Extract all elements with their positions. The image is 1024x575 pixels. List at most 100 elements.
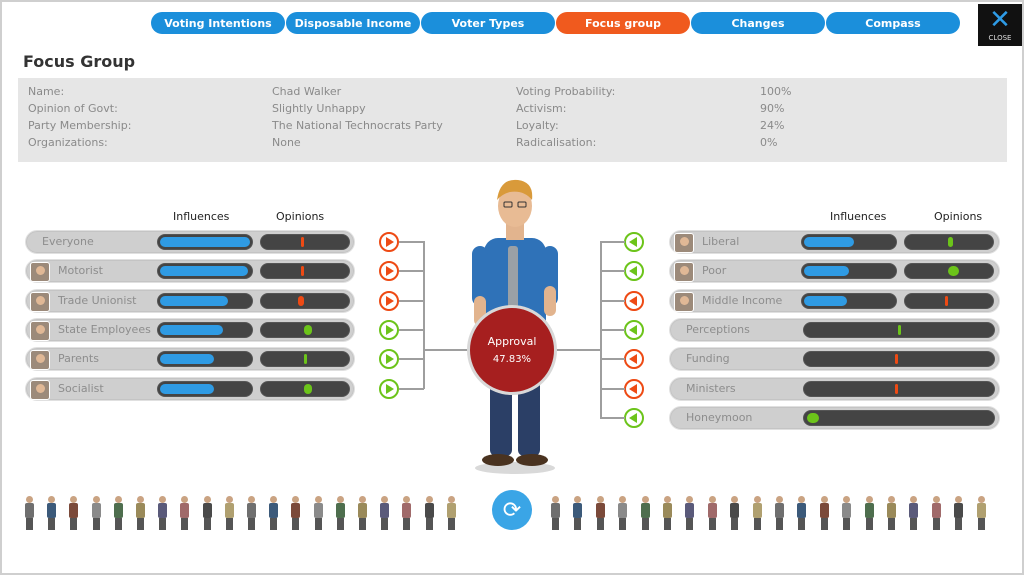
refresh-button[interactable]: ⟳ bbox=[492, 490, 532, 530]
crowd-voter[interactable] bbox=[313, 496, 323, 532]
group-row[interactable]: Ministers bbox=[669, 376, 1000, 401]
crowd-voter[interactable] bbox=[976, 496, 986, 532]
approval-circle: Approval 47.83% bbox=[467, 305, 557, 395]
opinion-bar bbox=[904, 292, 994, 309]
crowd-voter-body bbox=[247, 503, 256, 518]
crowd-voter-body bbox=[595, 503, 605, 518]
close-button[interactable]: ✕ CLOSE bbox=[978, 4, 1022, 46]
crowd-voter-head bbox=[798, 496, 806, 503]
arrow-triangle bbox=[629, 412, 637, 423]
refresh-icon: ⟳ bbox=[502, 497, 522, 523]
crowd-voter-legs bbox=[932, 518, 940, 530]
crowd-voter[interactable] bbox=[550, 496, 560, 532]
crowd-voter-legs bbox=[619, 518, 627, 530]
party-value: The National Technocrats Party bbox=[272, 119, 443, 132]
tab-compass[interactable]: Compass bbox=[826, 12, 960, 34]
crowd-voter[interactable] bbox=[202, 496, 212, 532]
crowd-voter[interactable] bbox=[91, 496, 101, 532]
group-row[interactable]: Everyone bbox=[25, 230, 355, 254]
crowd-voter[interactable] bbox=[290, 496, 301, 532]
crowd-voter[interactable] bbox=[401, 496, 412, 532]
crowd-voter[interactable] bbox=[640, 496, 650, 532]
group-row[interactable]: Socialist bbox=[25, 376, 355, 401]
crowd-voter[interactable] bbox=[357, 496, 367, 532]
crowd-voter[interactable] bbox=[931, 496, 941, 532]
crowd-voter-body bbox=[976, 503, 986, 518]
crowd-voter-body bbox=[864, 503, 874, 518]
group-avatar bbox=[674, 233, 694, 253]
tab-disposable-income[interactable]: Disposable Income bbox=[286, 12, 420, 34]
crowd-voter[interactable] bbox=[179, 496, 190, 532]
crowd-voter[interactable] bbox=[268, 496, 279, 532]
tab-voting-intentions[interactable]: Voting Intentions bbox=[151, 12, 285, 34]
crowd-voter[interactable] bbox=[595, 496, 605, 532]
group-row[interactable]: State Employees bbox=[25, 317, 355, 342]
crowd-voter-body bbox=[269, 503, 279, 518]
tab-focus-group[interactable]: Focus group bbox=[556, 12, 690, 34]
crowd-voter[interactable] bbox=[752, 496, 762, 532]
group-label: Ministers bbox=[686, 381, 736, 395]
crowd-voter-legs bbox=[403, 518, 411, 530]
crowd-voter[interactable] bbox=[864, 496, 874, 532]
crowd-voter[interactable] bbox=[135, 496, 145, 532]
opinion-bar bbox=[803, 351, 995, 368]
crowd-voter[interactable] bbox=[379, 496, 390, 532]
influence-bar bbox=[157, 351, 253, 368]
group-row[interactable]: Trade Unionist bbox=[25, 288, 355, 313]
group-row[interactable]: Parents bbox=[25, 347, 355, 372]
wire-segment bbox=[600, 241, 602, 418]
crowd-voter-legs bbox=[552, 518, 559, 530]
crowd-voter[interactable] bbox=[774, 496, 784, 532]
crowd-voter[interactable] bbox=[707, 496, 717, 532]
effect-arrow-icon bbox=[624, 407, 644, 428]
wire-segment bbox=[600, 328, 625, 331]
tab-voter-types[interactable]: Voter Types bbox=[421, 12, 555, 34]
tab-changes[interactable]: Changes bbox=[691, 12, 825, 34]
crowd-voter[interactable] bbox=[46, 496, 57, 532]
crowd-voter[interactable] bbox=[24, 496, 34, 532]
influence-bar bbox=[157, 321, 253, 338]
group-row[interactable]: Liberal bbox=[669, 230, 1000, 254]
voting-probability-value: 100% bbox=[760, 85, 792, 98]
influence-bar bbox=[157, 380, 253, 397]
tab-bar: Voting Intentions Disposable Income Vote… bbox=[151, 12, 960, 34]
group-row[interactable]: Middle Income bbox=[669, 288, 1000, 313]
crowd-voter-head bbox=[843, 496, 851, 503]
crowd-voter[interactable] bbox=[886, 496, 896, 532]
crowd-voter[interactable] bbox=[617, 496, 628, 532]
crowd-voter[interactable] bbox=[796, 496, 807, 532]
opinion-bar bbox=[904, 234, 994, 250]
group-label: Trade Unionist bbox=[58, 293, 137, 307]
crowd-voter[interactable] bbox=[729, 496, 740, 532]
crowd-voter[interactable] bbox=[157, 496, 168, 532]
crowd-voter-legs bbox=[225, 518, 233, 530]
crowd-voter[interactable] bbox=[953, 496, 964, 532]
crowd-voter[interactable] bbox=[841, 496, 852, 532]
crowd-voter[interactable] bbox=[68, 496, 79, 532]
crowd-voter[interactable] bbox=[424, 496, 434, 532]
crowd-voter[interactable] bbox=[335, 496, 345, 532]
crowd-voter[interactable] bbox=[684, 496, 695, 532]
crowd-voter-body bbox=[91, 503, 101, 518]
activism-value: 90% bbox=[760, 102, 785, 115]
group-row[interactable]: Honeymoon bbox=[669, 405, 1000, 430]
crowd-voter[interactable] bbox=[246, 496, 256, 532]
group-row[interactable]: Perceptions bbox=[669, 317, 1000, 342]
crowd-voter[interactable] bbox=[224, 496, 234, 532]
crowd-voter[interactable] bbox=[908, 496, 919, 532]
group-row[interactable]: Funding bbox=[669, 347, 1000, 372]
crowd-voter-head bbox=[955, 496, 963, 503]
crowd-voter[interactable] bbox=[446, 496, 456, 532]
opinion-bar bbox=[803, 409, 995, 426]
crowd-voter[interactable] bbox=[572, 496, 583, 532]
effect-arrow-icon bbox=[624, 232, 644, 252]
approval-value: 47.83% bbox=[492, 354, 532, 365]
crowd-voter[interactable] bbox=[662, 496, 672, 532]
crowd-voter-head bbox=[403, 496, 411, 503]
group-row[interactable]: Motorist bbox=[25, 259, 355, 284]
crowd-voter-legs bbox=[731, 518, 739, 530]
crowd-voter[interactable] bbox=[819, 496, 829, 532]
group-row[interactable]: Poor bbox=[669, 259, 1000, 284]
crowd-voter-body bbox=[446, 503, 456, 518]
crowd-voter[interactable] bbox=[113, 496, 123, 532]
